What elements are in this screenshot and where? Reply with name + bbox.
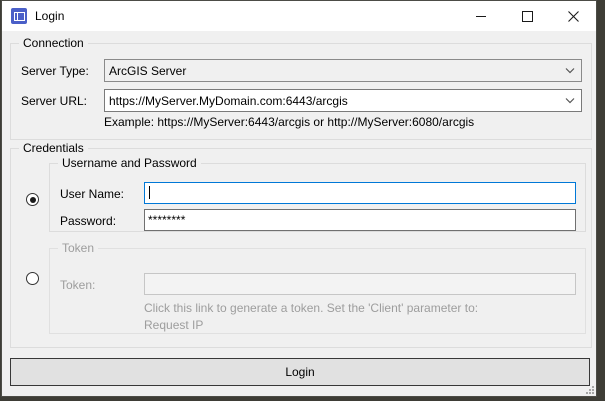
username-label: User Name:	[60, 187, 124, 201]
server-type-label: Server Type:	[21, 64, 89, 78]
minimize-button[interactable]	[458, 1, 504, 31]
radio-selected-dot	[30, 197, 36, 203]
server-url-value: https://MyServer.MyDomain.com:6443/arcgi…	[105, 94, 559, 108]
login-button-label: Login	[285, 365, 314, 379]
chevron-down-icon	[559, 98, 581, 104]
window-title: Login	[35, 9, 64, 23]
server-url-combobox[interactable]: https://MyServer.MyDomain.com:6443/arcgi…	[104, 89, 582, 112]
token-input	[144, 273, 576, 295]
password-label: Password:	[60, 214, 116, 228]
maximize-icon	[522, 11, 533, 22]
username-input[interactable]	[144, 182, 576, 204]
server-type-combobox[interactable]: ArcGIS Server	[104, 59, 582, 82]
request-ip-link[interactable]: Request IP	[144, 318, 203, 332]
token-hint-text: Click this link to generate a token. Set…	[144, 301, 478, 315]
password-input[interactable]	[144, 209, 576, 231]
token-group-label: Token	[58, 241, 98, 255]
credentials-group-label: Credentials	[19, 141, 88, 155]
maximize-button[interactable]	[504, 1, 550, 31]
close-button[interactable]	[550, 1, 596, 31]
titlebar[interactable]: Login	[2, 1, 596, 31]
login-button[interactable]: Login	[10, 358, 590, 386]
server-url-label: Server URL:	[21, 94, 87, 108]
desktop-background: Login Connection Server Type: ArcGIS Ser…	[0, 0, 605, 401]
text-caret	[149, 186, 150, 199]
username-password-group-label: Username and Password	[58, 156, 201, 170]
token-radio[interactable]	[26, 272, 39, 285]
app-icon	[11, 8, 27, 24]
token-label: Token:	[60, 278, 95, 292]
server-url-example-text: Example: https://MyServer:6443/arcgis or…	[104, 115, 474, 129]
resize-grip-icon[interactable]	[584, 384, 594, 394]
login-dialog: Login Connection Server Type: ArcGIS Ser…	[1, 0, 597, 397]
close-icon	[568, 11, 579, 22]
connection-group-label: Connection	[19, 36, 88, 50]
username-password-radio[interactable]	[26, 193, 39, 206]
chevron-down-icon	[559, 68, 581, 74]
minimize-icon	[476, 16, 486, 17]
server-type-value: ArcGIS Server	[105, 64, 559, 78]
